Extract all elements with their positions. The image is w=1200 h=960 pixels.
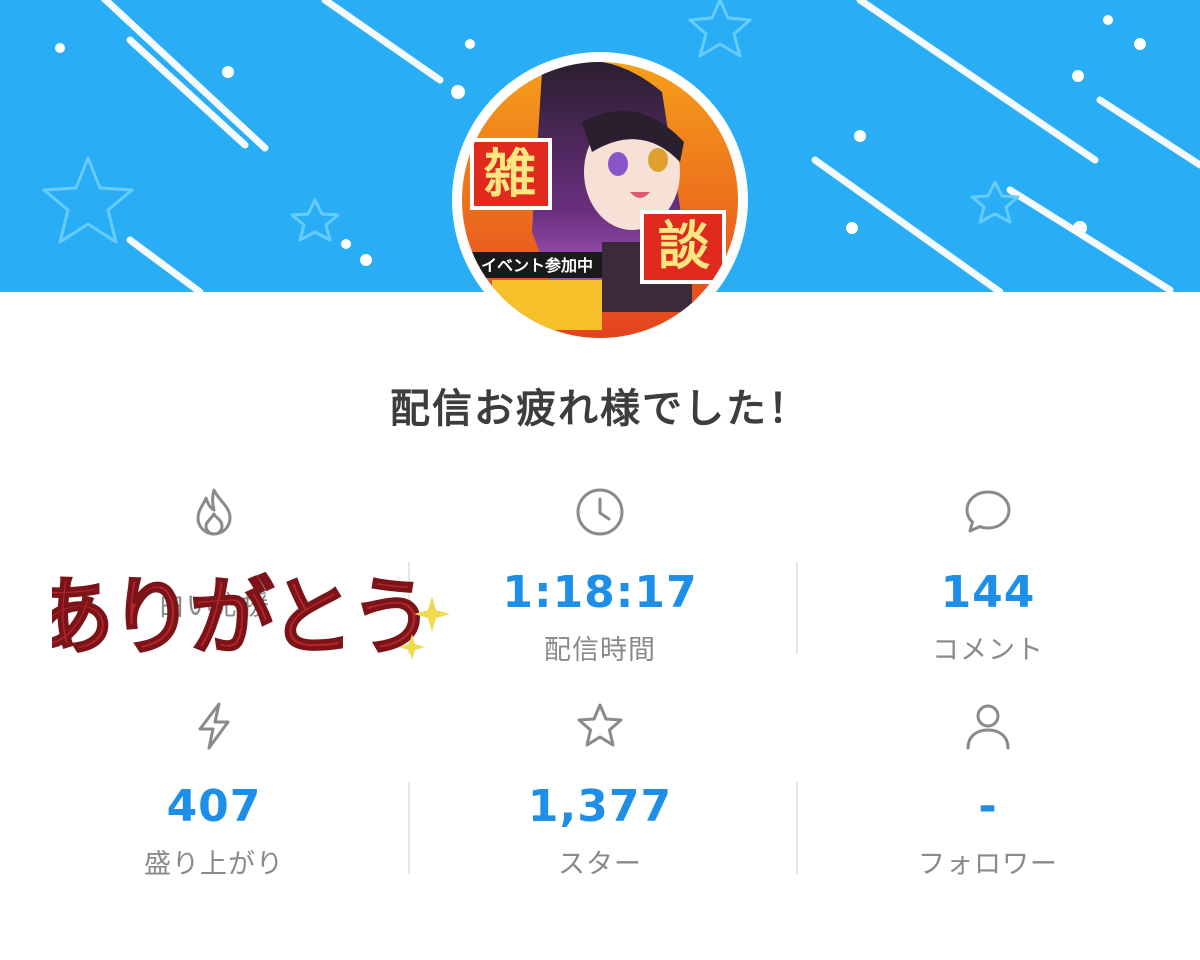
avatar-image: 雑 談 イベント参加中 bbox=[462, 62, 738, 338]
avatar-badge-2: 談 bbox=[658, 217, 710, 277]
star-icon bbox=[577, 703, 623, 747]
stat-value: - bbox=[978, 781, 998, 832]
streamer-avatar[interactable]: 雑 談 イベント参加中 bbox=[452, 52, 748, 348]
stat-label: 配信時間 bbox=[544, 635, 656, 666]
stat-label: スター bbox=[558, 849, 642, 880]
stat-excitement: 407 盛り上がり bbox=[24, 700, 404, 881]
page-title: 配信お疲れ様でした！ bbox=[390, 386, 810, 432]
avatar-badge-1: 雑 bbox=[483, 145, 536, 205]
stat-value: 144 bbox=[940, 567, 1036, 618]
fire-icon bbox=[196, 488, 232, 536]
thank-you-sticker: ありがとう bbox=[29, 548, 452, 673]
person-icon bbox=[966, 704, 1010, 750]
speech-bubble-icon bbox=[965, 490, 1011, 533]
clock-icon bbox=[576, 488, 624, 536]
lightning-icon bbox=[198, 702, 230, 750]
stat-value: 1,377 bbox=[527, 781, 673, 832]
stat-duration: 1:18:17 配信時間 bbox=[410, 486, 790, 667]
stat-label: フォロワー bbox=[918, 849, 1058, 880]
avatar-event-text: イベント参加中 bbox=[481, 256, 593, 275]
stat-label: コメント bbox=[932, 635, 1044, 666]
stat-value: 407 bbox=[166, 781, 262, 832]
stat-comments: 144 コメント bbox=[798, 486, 1178, 667]
sticker-text: ありがとう bbox=[52, 568, 430, 666]
stat-followers: - フォロワー bbox=[798, 700, 1178, 881]
stat-value: 1:18:17 bbox=[502, 567, 698, 618]
stat-stars: 1,377 スター bbox=[410, 700, 790, 881]
thank-you-sticker-image: ありがとう bbox=[29, 567, 450, 667]
stat-label: 盛り上がり bbox=[144, 849, 284, 880]
